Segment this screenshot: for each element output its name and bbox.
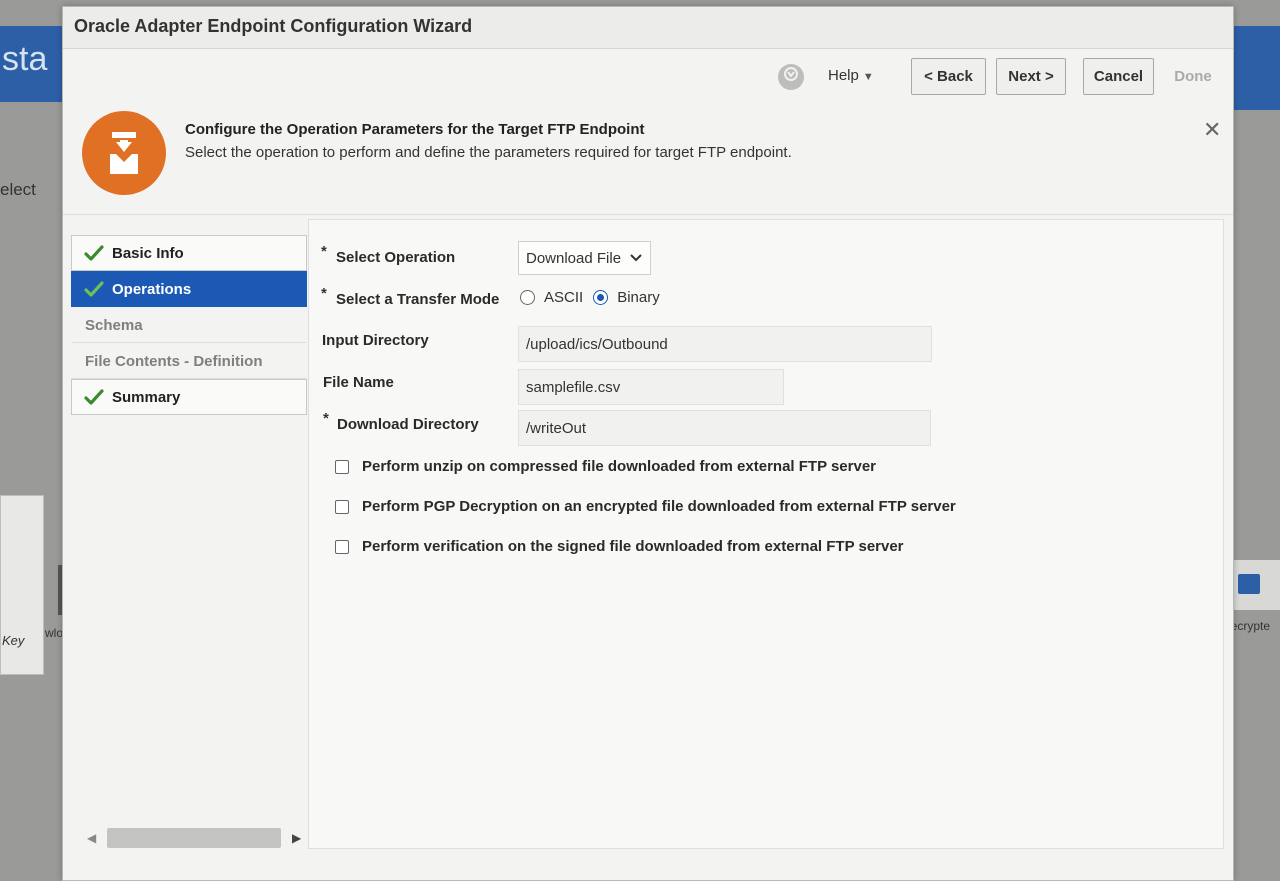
step-basic-info[interactable]: Basic Info xyxy=(71,235,307,271)
pgp-decryption-checkbox[interactable] xyxy=(335,499,349,514)
file-name-field[interactable]: samplefile.csv xyxy=(518,369,784,405)
required-marker: * xyxy=(323,410,329,427)
step-schema[interactable]: Schema xyxy=(71,307,307,343)
radio-binary-label[interactable]: Binary xyxy=(617,289,660,306)
page-title: Configure the Operation Parameters for t… xyxy=(185,121,645,138)
signature-verification-checkbox[interactable] xyxy=(335,539,349,554)
download-directory-label: Download Directory xyxy=(337,416,479,433)
unzip-checkbox[interactable] xyxy=(335,459,349,474)
input-directory-field[interactable]: /upload/ics/Outbound xyxy=(518,326,932,362)
checkmark-icon xyxy=(84,389,104,405)
download-directory-field[interactable]: /writeOut xyxy=(518,410,931,446)
caret-down-icon: ▼ xyxy=(862,71,874,83)
dialog-title: Oracle Adapter Endpoint Configuration Wi… xyxy=(74,16,473,36)
unzip-label[interactable]: Perform unzip on compressed file downloa… xyxy=(362,458,876,475)
background-card xyxy=(0,495,44,675)
radio-ascii[interactable] xyxy=(520,290,535,305)
step-label: Summary xyxy=(112,388,181,406)
signature-verification-label[interactable]: Perform verification on the signed file … xyxy=(362,538,904,555)
file-name-label: File Name xyxy=(323,374,394,391)
wizard-dialog: Oracle Adapter Endpoint Configuration Wi… xyxy=(62,6,1234,881)
nav-horizontal-scrollbar[interactable]: ◀ ▶ xyxy=(85,825,305,853)
step-operations[interactable]: Operations xyxy=(71,271,307,307)
dialog-titlebar: Oracle Adapter Endpoint Configuration Wi… xyxy=(63,7,1233,49)
select-operation-label: Select Operation xyxy=(336,249,456,266)
done-button[interactable]: Done xyxy=(1162,58,1224,95)
scroll-left-arrow-icon[interactable]: ◀ xyxy=(87,831,96,845)
required-marker: * xyxy=(321,285,327,302)
step-label: File Contents - Definition xyxy=(85,352,263,370)
background-text-fragment: elect xyxy=(0,180,36,199)
background-heading-fragment: sta xyxy=(2,40,48,78)
required-marker: * xyxy=(321,243,327,260)
help-avatar-icon[interactable] xyxy=(778,64,804,90)
page-subtitle: Select the operation to perform and defi… xyxy=(185,144,792,161)
step-summary[interactable]: Summary xyxy=(71,379,307,415)
signature-verification-option[interactable]: Perform verification on the signed file … xyxy=(335,538,904,555)
close-icon[interactable]: ✕ xyxy=(1203,117,1221,143)
pgp-decryption-option[interactable]: Perform PGP Decryption on an encrypted f… xyxy=(335,498,956,515)
operations-form: * Select Operation Download File * Selec… xyxy=(308,219,1224,849)
background-card-label-2: wlo xyxy=(45,626,64,640)
step-label: Basic Info xyxy=(112,244,184,262)
checkmark-icon xyxy=(84,281,104,297)
radio-ascii-label[interactable]: ASCII xyxy=(544,289,583,306)
wizard-steps-nav: Basic Info Operations Schema File Conten… xyxy=(71,235,307,415)
step-file-contents-definition[interactable]: File Contents - Definition xyxy=(71,343,307,379)
ftp-adapter-icon xyxy=(82,111,166,195)
step-label: Operations xyxy=(112,280,192,298)
transfer-mode-label: Select a Transfer Mode xyxy=(336,291,500,308)
scroll-thumb[interactable] xyxy=(107,828,281,848)
select-operation-dropdown[interactable]: Download File xyxy=(518,241,651,275)
checkmark-icon xyxy=(84,245,104,261)
scroll-right-arrow-icon[interactable]: ▶ xyxy=(292,831,301,845)
chevron-down-icon xyxy=(629,253,643,263)
transfer-mode-radio-group: ASCII Binary xyxy=(520,289,660,306)
select-operation-value: Download File xyxy=(526,249,622,267)
pgp-decryption-label[interactable]: Perform PGP Decryption on an encrypted f… xyxy=(362,498,956,515)
background-action-icon xyxy=(1238,574,1260,594)
help-menu[interactable]: Help ▼ xyxy=(828,67,874,84)
help-label: Help xyxy=(828,67,859,84)
background-app-header-right xyxy=(1234,26,1280,110)
step-label: Schema xyxy=(85,316,143,334)
cancel-button[interactable]: Cancel xyxy=(1083,58,1154,95)
back-button[interactable]: < Back xyxy=(911,58,986,95)
wizard-header: Configure the Operation Parameters for t… xyxy=(63,105,1233,215)
radio-binary[interactable] xyxy=(593,290,609,305)
background-card-label: Key xyxy=(2,633,25,648)
unzip-option[interactable]: Perform unzip on compressed file downloa… xyxy=(335,458,876,475)
next-button[interactable]: Next > xyxy=(996,58,1066,95)
input-directory-label: Input Directory xyxy=(322,332,429,349)
wizard-toolbar: Help ▼ < Back Next > Cancel Done xyxy=(63,49,1233,105)
